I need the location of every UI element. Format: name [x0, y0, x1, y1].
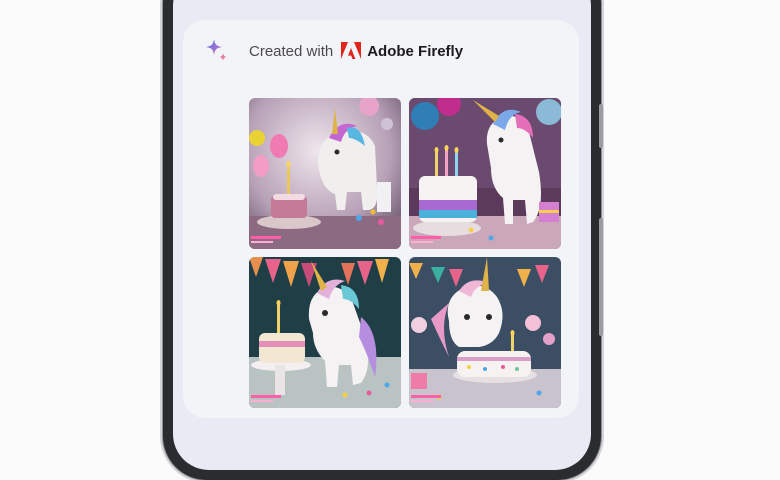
phone-power-button — [599, 104, 603, 148]
created-with-label: Created with — [249, 42, 334, 60]
phone-screen: Created with Adobe Firefly — [173, 0, 591, 470]
generated-image-2[interactable] — [409, 98, 561, 249]
gemini-sparkle-icon — [206, 39, 227, 61]
card-header: Created with Adobe Firefly — [203, 38, 463, 64]
phone-volume-button — [599, 218, 603, 336]
generated-image-1[interactable] — [249, 98, 401, 249]
generated-image-grid — [249, 98, 561, 408]
generated-image-4[interactable] — [409, 257, 561, 408]
adobe-logo-icon — [341, 42, 362, 59]
generated-image-3[interactable] — [249, 257, 401, 408]
brand-name: Adobe Firefly — [367, 42, 464, 60]
ai-result-card: Created with Adobe Firefly — [183, 20, 579, 418]
